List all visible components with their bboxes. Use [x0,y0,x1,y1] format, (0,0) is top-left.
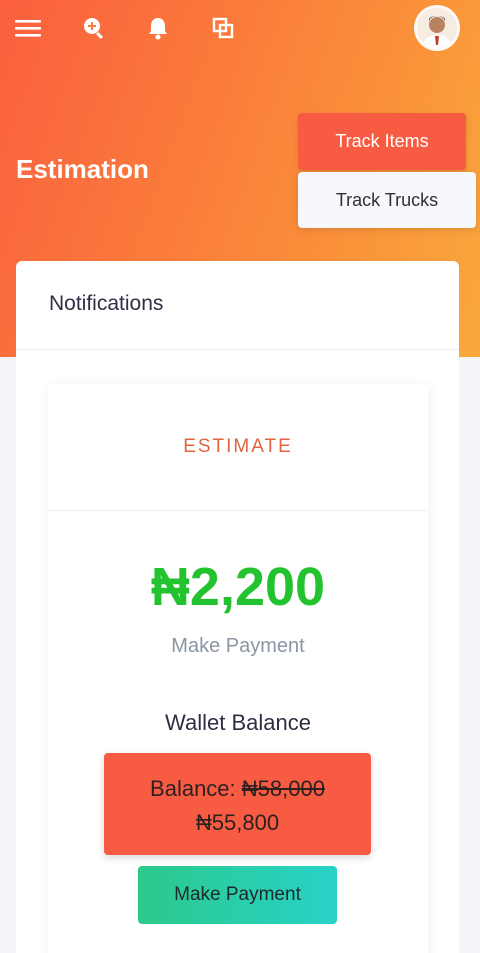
user-avatar[interactable] [414,5,460,51]
balance-label: Balance: [150,776,236,801]
notifications-title: Notifications [49,292,164,315]
old-balance: ₦58,000 [241,776,325,801]
search-icon[interactable] [80,14,108,42]
bell-icon[interactable] [144,14,172,42]
track-trucks-button[interactable]: Track Trucks [298,172,476,228]
estimate-card: ESTIMATE ₦2,200 Make Payment Wallet Bala… [48,384,428,953]
copy-icon[interactable] [209,14,237,42]
balance-box: Balance: ₦58,000 ₦55,800 [104,753,371,855]
menu-icon[interactable] [14,14,42,42]
divider [16,349,459,350]
page-title: Estimation [16,154,149,184]
estimate-label: ESTIMATE [183,436,293,457]
wallet-balance-heading: Wallet Balance [165,710,311,735]
make-payment-button[interactable]: Make Payment [138,866,337,924]
payment-hint: Make Payment [171,635,305,657]
track-items-button[interactable]: Track Items [298,113,466,170]
divider [48,510,428,511]
top-bar [0,0,480,60]
new-balance: ₦55,800 [195,810,280,835]
estimate-amount: ₦2,200 [150,557,326,617]
